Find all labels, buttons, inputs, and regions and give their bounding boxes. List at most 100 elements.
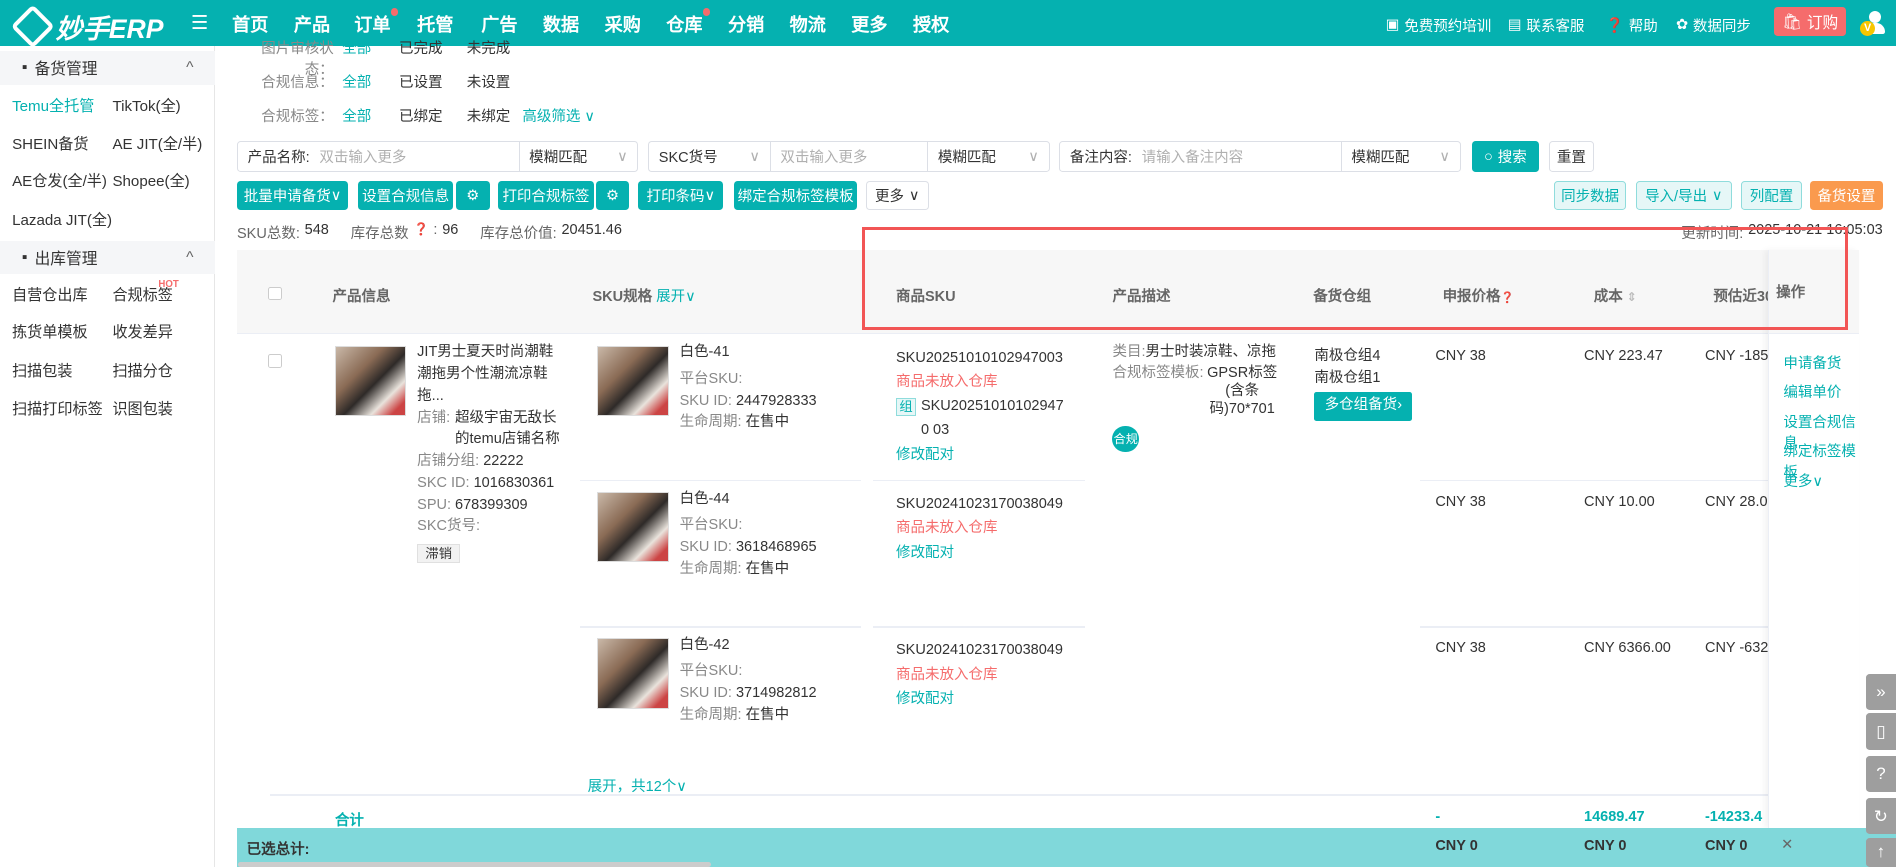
refresh-icon[interactable]: ↻	[1865, 798, 1896, 835]
op-label: 编辑单价	[1783, 384, 1842, 401]
reset-button[interactable]: 重置	[1548, 141, 1594, 172]
nav-item[interactable]: 托管	[417, 11, 453, 37]
skc-field-select[interactable]: SKC货号 ∨	[649, 142, 771, 171]
sidebar-item[interactable]: 识图包装	[112, 397, 172, 419]
match-select[interactable]: 模糊匹配 ∨	[928, 142, 1048, 170]
notification-dot	[390, 8, 398, 16]
op-label: 申请备货	[1783, 355, 1842, 372]
training-link[interactable]: ▣ 免费预约培训	[1386, 15, 1492, 36]
avatar[interactable]: V	[1859, 10, 1887, 38]
sidebar-item[interactable]: Temu全托管	[12, 94, 94, 116]
op-link[interactable]: 编辑单价	[1783, 381, 1841, 402]
filter-option[interactable]: 已完成	[399, 37, 443, 58]
order-button[interactable]: 🛍 订购	[1773, 7, 1847, 37]
bag-icon: 🛍	[1782, 13, 1802, 31]
button-label: 多仓组备货	[1324, 397, 1398, 414]
nav-item[interactable]: 仓库	[666, 8, 710, 37]
warehouse-groups: 南极仓组4 南极仓组1 多仓组备货 ›	[1314, 346, 1413, 421]
multi-warehouse-button[interactable]: 多仓组备货 ›	[1314, 391, 1413, 421]
filter-option[interactable]: 未完成	[467, 37, 511, 58]
expand-more-link[interactable]: 展开，共12个∨	[588, 775, 687, 796]
product-name-input[interactable]: 产品名称: 双击输入更多	[238, 142, 520, 171]
select-all-checkbox[interactable]	[268, 286, 282, 300]
declared-price: CNY 38	[1435, 494, 1486, 511]
modify-pairing-link[interactable]: 修改配对	[896, 541, 1077, 565]
data-sync-link[interactable]: ✿ 数据同步	[1676, 15, 1751, 36]
nav-item[interactable]: 分销	[728, 11, 764, 37]
nav-item[interactable]: 采购	[605, 11, 641, 37]
sidebar-item[interactable]: 自营仓出库	[12, 283, 88, 305]
filter-option[interactable]: 已绑定	[399, 105, 443, 126]
logo[interactable]: 妙手ERP	[10, 4, 163, 49]
template-label: 合规标签模板:	[1112, 364, 1204, 381]
batch-apply-button[interactable]: 批量申请备货 ∨	[237, 181, 349, 211]
collapse-icon[interactable]: »	[1865, 673, 1896, 710]
row-checkbox[interactable]	[268, 354, 282, 368]
service-label: 联系客服	[1526, 18, 1585, 35]
sidebar-item[interactable]: AE仓发(全/半)	[12, 169, 107, 191]
platform-sku-label: 平台SKU:	[679, 517, 743, 534]
help-doc-icon[interactable]: ?	[1865, 755, 1896, 793]
sidebar-item[interactable]: 收发差异	[112, 320, 172, 342]
sidebar-item[interactable]: SHEIN备货	[12, 132, 88, 154]
filter-option[interactable]: 未绑定	[467, 105, 511, 126]
sidebar-item[interactable]: 扫描包装	[12, 359, 72, 381]
advanced-filter-link[interactable]: 高级筛选 ∨	[522, 105, 595, 126]
sync-icon: ✿	[1675, 17, 1689, 33]
nav-item[interactable]: 授权	[913, 11, 949, 37]
filter-option[interactable]: 未设置	[467, 71, 511, 92]
sidebar-section-outbound[interactable]: ▪ 出库管理 ^	[0, 240, 216, 275]
nav-item[interactable]: 数据	[543, 11, 579, 37]
nav-item[interactable]: 广告	[481, 11, 517, 37]
set-compliance-button[interactable]: 设置合规信息	[357, 181, 454, 211]
modify-pairing-link[interactable]: 修改配对	[896, 687, 1077, 711]
help-icon[interactable]: ❓	[413, 222, 428, 243]
sidebar-item[interactable]: TikTok(全)	[112, 94, 180, 116]
menu-toggle-icon[interactable]: ☰	[191, 11, 208, 35]
sku-id-label: SKU ID:	[679, 392, 732, 409]
expand-toggle[interactable]: 展开∨	[656, 289, 696, 305]
sidebar-item[interactable]: 拣货单模板	[12, 320, 88, 342]
sidebar-item[interactable]: 扫描分仓	[112, 359, 172, 381]
stock-settings-button[interactable]: 备货设置	[1810, 181, 1883, 211]
sidebar-section-stock[interactable]: ▪ 备货管理 ^	[0, 50, 216, 85]
back-to-top-icon[interactable]: ↑	[1865, 837, 1896, 867]
print-label-button[interactable]: 打印合规标签	[498, 181, 594, 211]
sidebar-item[interactable]: 扫描打印标签	[12, 397, 103, 419]
match-select[interactable]: 模糊匹配 ∨	[1342, 142, 1460, 170]
import-export-button[interactable]: 导入/导出 ∨	[1636, 181, 1732, 211]
skc-input[interactable]: 双击输入更多	[771, 142, 929, 171]
more-button[interactable]: 更多 ∨	[865, 181, 929, 211]
nav-item[interactable]: 更多	[851, 11, 887, 37]
compliance-settings-gear-icon[interactable]: ⚙	[455, 181, 490, 211]
bind-template-button[interactable]: 绑定合规标签模板	[733, 181, 858, 211]
nav-item[interactable]: 首页	[232, 11, 268, 37]
note-input[interactable]: 备注内容: 请输入备注内容	[1060, 142, 1342, 171]
sidebar-item[interactable]: AE JIT(全/半)	[112, 132, 202, 154]
filter-option[interactable]: 全部	[342, 71, 371, 92]
filter-option[interactable]: 全部	[342, 105, 371, 126]
print-barcode-button[interactable]: 打印条码 ∨	[638, 181, 724, 211]
close-icon[interactable]: ✕	[1781, 837, 1793, 853]
filter-option[interactable]: 全部	[342, 37, 371, 58]
help-link[interactable]: ❓ 帮助	[1606, 15, 1658, 36]
sync-data-button[interactable]: 同步数据	[1553, 181, 1627, 211]
sidebar-item[interactable]: Shopee(全)	[112, 169, 189, 191]
filter-option[interactable]: 已设置	[399, 71, 443, 92]
match-select[interactable]: 模糊匹配 ∨	[520, 142, 638, 170]
service-link[interactable]: ▤ 联系客服	[1508, 15, 1585, 36]
search-button[interactable]: ○ 搜索	[1471, 141, 1540, 172]
stock-value-value: 20451.46	[561, 222, 622, 239]
horizontal-scrollbar[interactable]	[238, 862, 711, 867]
nav-item[interactable]: 产品	[294, 11, 330, 37]
op-link[interactable]: 申请备货	[1783, 352, 1841, 373]
column-config-button[interactable]: 列配置	[1741, 181, 1802, 211]
mobile-icon[interactable]: ▯	[1865, 713, 1896, 750]
nav-item[interactable]: 订单	[354, 8, 398, 37]
nav-item[interactable]: 物流	[790, 11, 826, 37]
product-title[interactable]: JIT男士夏天时尚潮鞋潮拖男个性潮流凉鞋拖...	[417, 342, 562, 407]
modify-pairing-link[interactable]: 修改配对	[896, 443, 1077, 467]
sidebar-item[interactable]: Lazada JIT(全)	[12, 208, 112, 230]
op-link[interactable]: 更多∨	[1783, 470, 1823, 491]
print-settings-gear-icon[interactable]: ⚙	[596, 181, 629, 211]
